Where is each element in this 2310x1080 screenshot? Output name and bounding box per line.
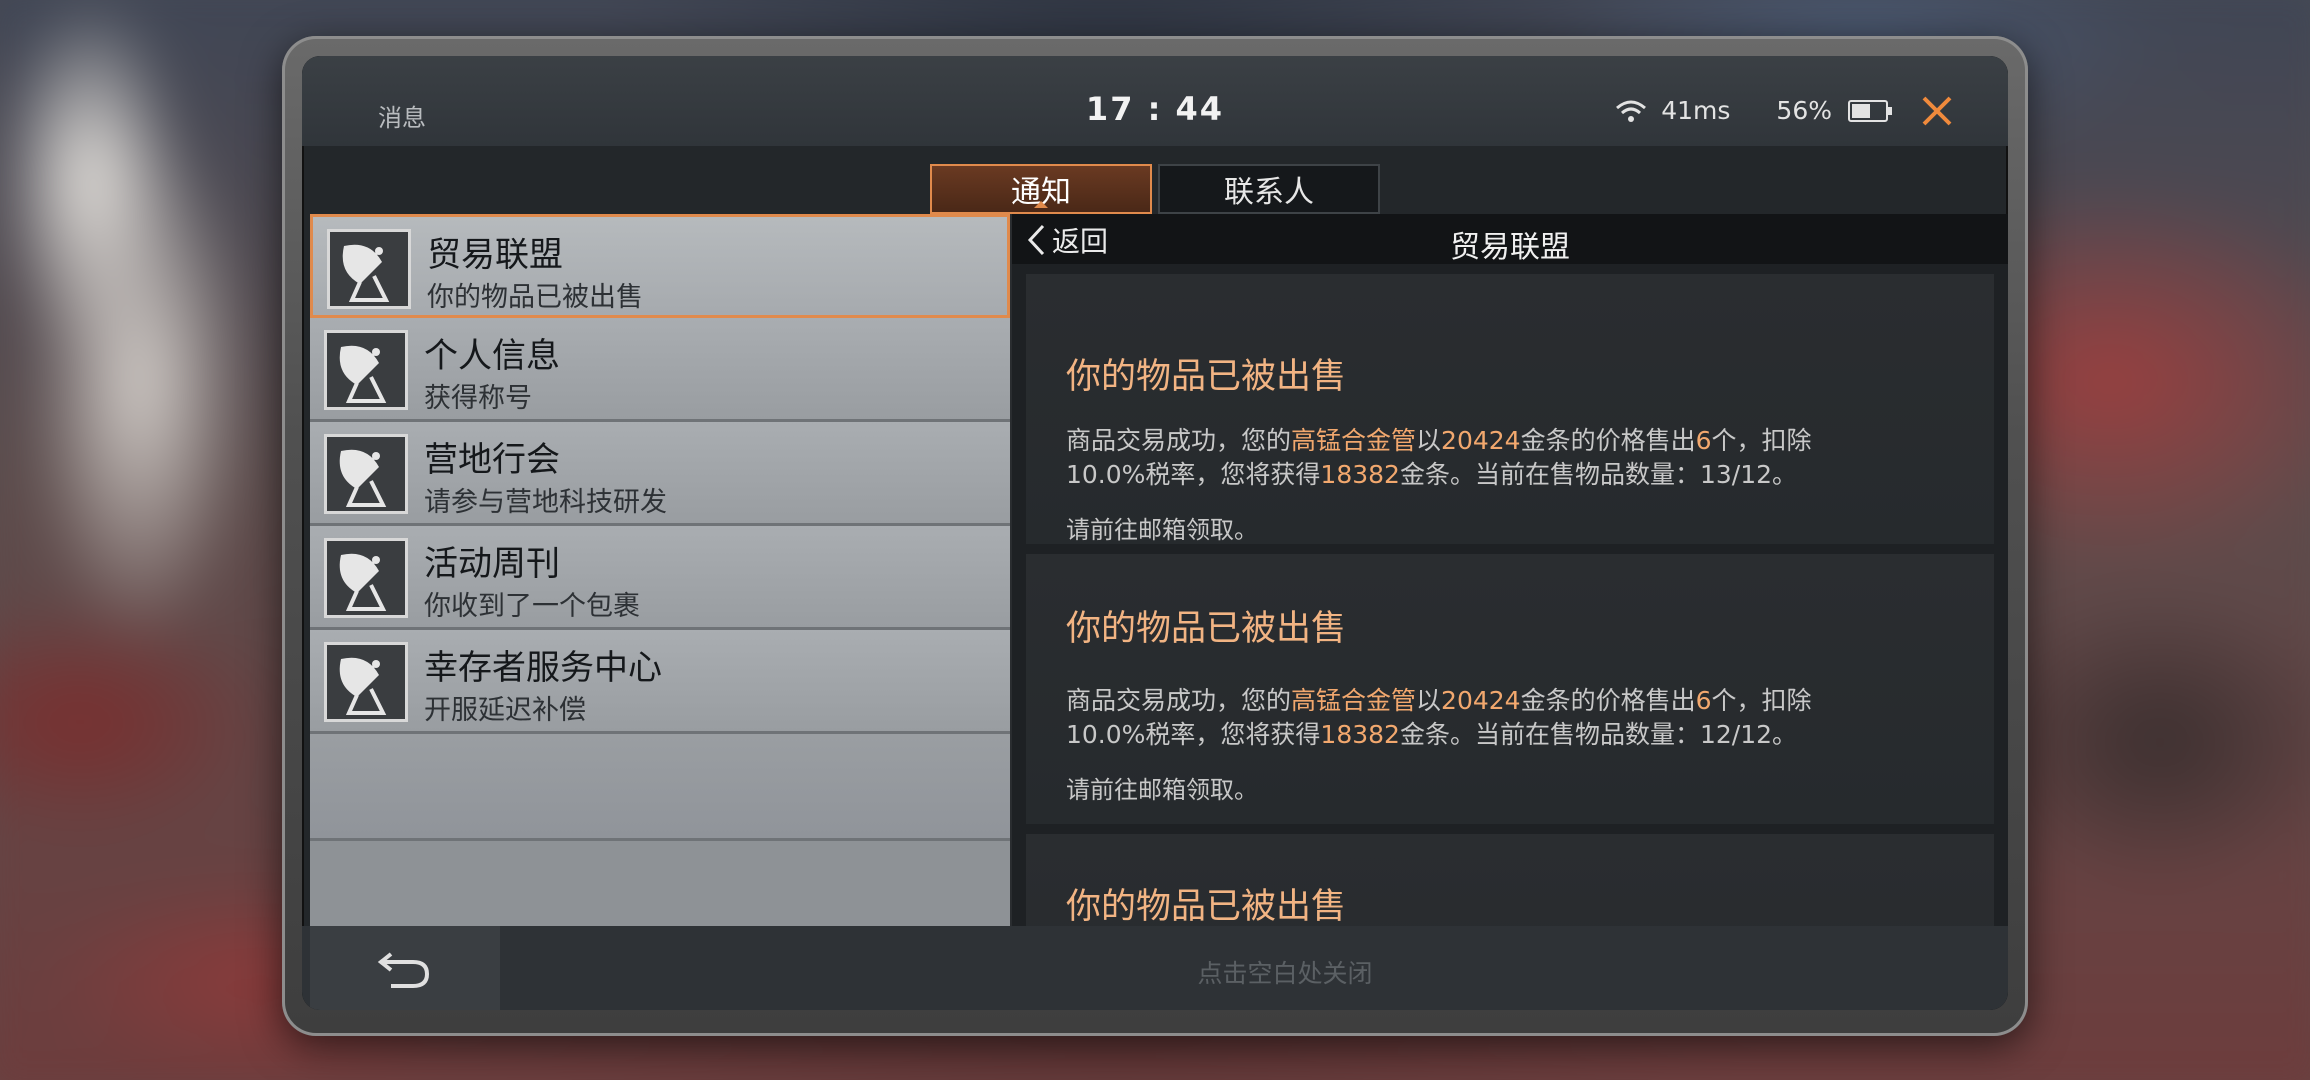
body-text: 10.0%税率，您将获得 xyxy=(1066,720,1321,749)
tab-bar: 通知 联系人 xyxy=(302,164,2008,214)
message-card: 你的物品已被出售 商品交易成功，您的高锰合金管以20424金条的价格售出6个，扣… xyxy=(1026,274,1994,544)
body-text: 个，扣除 xyxy=(1711,426,1812,455)
notification-subtitle: 你的物品已被出售 xyxy=(427,282,643,313)
item-name: 高锰合金管 xyxy=(1291,686,1417,715)
wifi-icon xyxy=(1615,99,1647,123)
body-text: 金条。当前在售物品数量：12/12。 xyxy=(1399,720,1798,749)
notification-title: 活动周刊 xyxy=(424,544,560,584)
message-card: 你的物品已被出售 商品交易成功，您的高锰合金管以20424金条的价格售出6个，扣… xyxy=(1026,554,1994,824)
body-text: 金条。当前在售物品数量：13/12。 xyxy=(1399,460,1798,489)
notification-list: 贸易联盟 你的物品已被出售 个人信息 获得称号 营地行会 请参与营地科技研发 活… xyxy=(310,214,1012,994)
message-note: 请前往邮箱领取。 xyxy=(1066,776,1258,804)
earned-value: 18382 xyxy=(1320,720,1400,749)
satellite-dish-icon xyxy=(324,330,408,410)
body-text: 商品交易成功，您的 xyxy=(1066,426,1292,455)
battery-icon xyxy=(1848,99,1892,122)
message-body: 商品交易成功，您的高锰合金管以20424金条的价格售出6个，扣除 10.0%税率… xyxy=(1066,424,1954,492)
body-text: 以 xyxy=(1416,686,1442,715)
tablet-device: 消息 17 : 44 41ms 56% 通知 联系人 贸易联盟 你的物品已被出售… xyxy=(282,36,2028,1036)
quantity-value: 6 xyxy=(1695,426,1712,455)
bottom-bar: 点击空白处关闭 xyxy=(302,926,2008,1010)
status-bar: 消息 17 : 44 41ms 56% xyxy=(302,56,2008,146)
satellite-dish-icon xyxy=(327,229,411,309)
body-text: 金条的价格售出 xyxy=(1520,686,1696,715)
close-icon xyxy=(1922,96,1952,126)
body-text: 金条的价格售出 xyxy=(1520,426,1696,455)
message-title: 你的物品已被出售 xyxy=(1066,887,1347,927)
notification-subtitle: 你收到了一个包裹 xyxy=(424,591,640,622)
ping-value: 41ms xyxy=(1661,96,1731,125)
battery-percent: 56% xyxy=(1776,96,1832,125)
notification-title: 贸易联盟 xyxy=(427,235,563,275)
close-button[interactable] xyxy=(1912,86,1962,136)
notification-title: 幸存者服务中心 xyxy=(424,648,662,688)
message-body: 商品交易成功，您的高锰合金管以20424金条的价格售出6个，扣除 10.0%税率… xyxy=(1066,684,1954,752)
notification-subtitle: 请参与营地科技研发 xyxy=(424,487,667,518)
status-indicators: 41ms 56% xyxy=(1615,96,1892,125)
battery-fill xyxy=(1852,103,1870,118)
notification-subtitle: 开服延迟补偿 xyxy=(424,695,586,726)
earned-value: 18382 xyxy=(1320,460,1400,489)
notification-title: 营地行会 xyxy=(424,440,560,480)
tab-notifications[interactable]: 通知 xyxy=(930,164,1152,214)
notification-item-event-weekly[interactable]: 活动周刊 你收到了一个包裹 xyxy=(310,526,1010,630)
close-hint[interactable]: 点击空白处关闭 xyxy=(302,954,2008,990)
satellite-dish-icon xyxy=(324,642,408,722)
notification-title: 个人信息 xyxy=(424,336,560,376)
body-text: 商品交易成功，您的 xyxy=(1066,686,1292,715)
body-text: 以 xyxy=(1416,426,1442,455)
notification-subtitle: 获得称号 xyxy=(424,383,532,414)
tablet-screen: 消息 17 : 44 41ms 56% 通知 联系人 贸易联盟 你的物品已被出售… xyxy=(302,56,2008,1010)
item-name: 高锰合金管 xyxy=(1291,426,1417,455)
message-detail-panel: 返回 贸易联盟 你的物品已被出售 商品交易成功，您的高锰合金管以20424金条的… xyxy=(1012,214,2008,994)
message-title: 你的物品已被出售 xyxy=(1066,357,1347,397)
body-text: 个，扣除 xyxy=(1711,686,1812,715)
empty-list-slot xyxy=(310,734,1010,841)
message-title: 你的物品已被出售 xyxy=(1066,609,1347,649)
quantity-value: 6 xyxy=(1695,686,1712,715)
notification-item-survivor-service[interactable]: 幸存者服务中心 开服延迟补偿 xyxy=(310,630,1010,734)
body-text: 10.0%税率，您将获得 xyxy=(1066,460,1321,489)
notification-item-trade-alliance[interactable]: 贸易联盟 你的物品已被出售 xyxy=(310,214,1010,318)
notification-item-personal-info[interactable]: 个人信息 获得称号 xyxy=(310,318,1010,422)
detail-header: 返回 贸易联盟 xyxy=(1012,214,2008,265)
price-value: 20424 xyxy=(1441,426,1521,455)
message-list[interactable]: 你的物品已被出售 商品交易成功，您的高锰合金管以20424金条的价格售出6个，扣… xyxy=(1026,274,1994,994)
satellite-dish-icon xyxy=(324,538,408,618)
notification-item-camp-guild[interactable]: 营地行会 请参与营地科技研发 xyxy=(310,422,1010,526)
satellite-dish-icon xyxy=(324,434,408,514)
price-value: 20424 xyxy=(1441,686,1521,715)
message-note: 请前往邮箱领取。 xyxy=(1066,516,1258,544)
tab-contacts[interactable]: 联系人 xyxy=(1158,164,1380,214)
detail-title: 贸易联盟 xyxy=(1450,230,1570,265)
